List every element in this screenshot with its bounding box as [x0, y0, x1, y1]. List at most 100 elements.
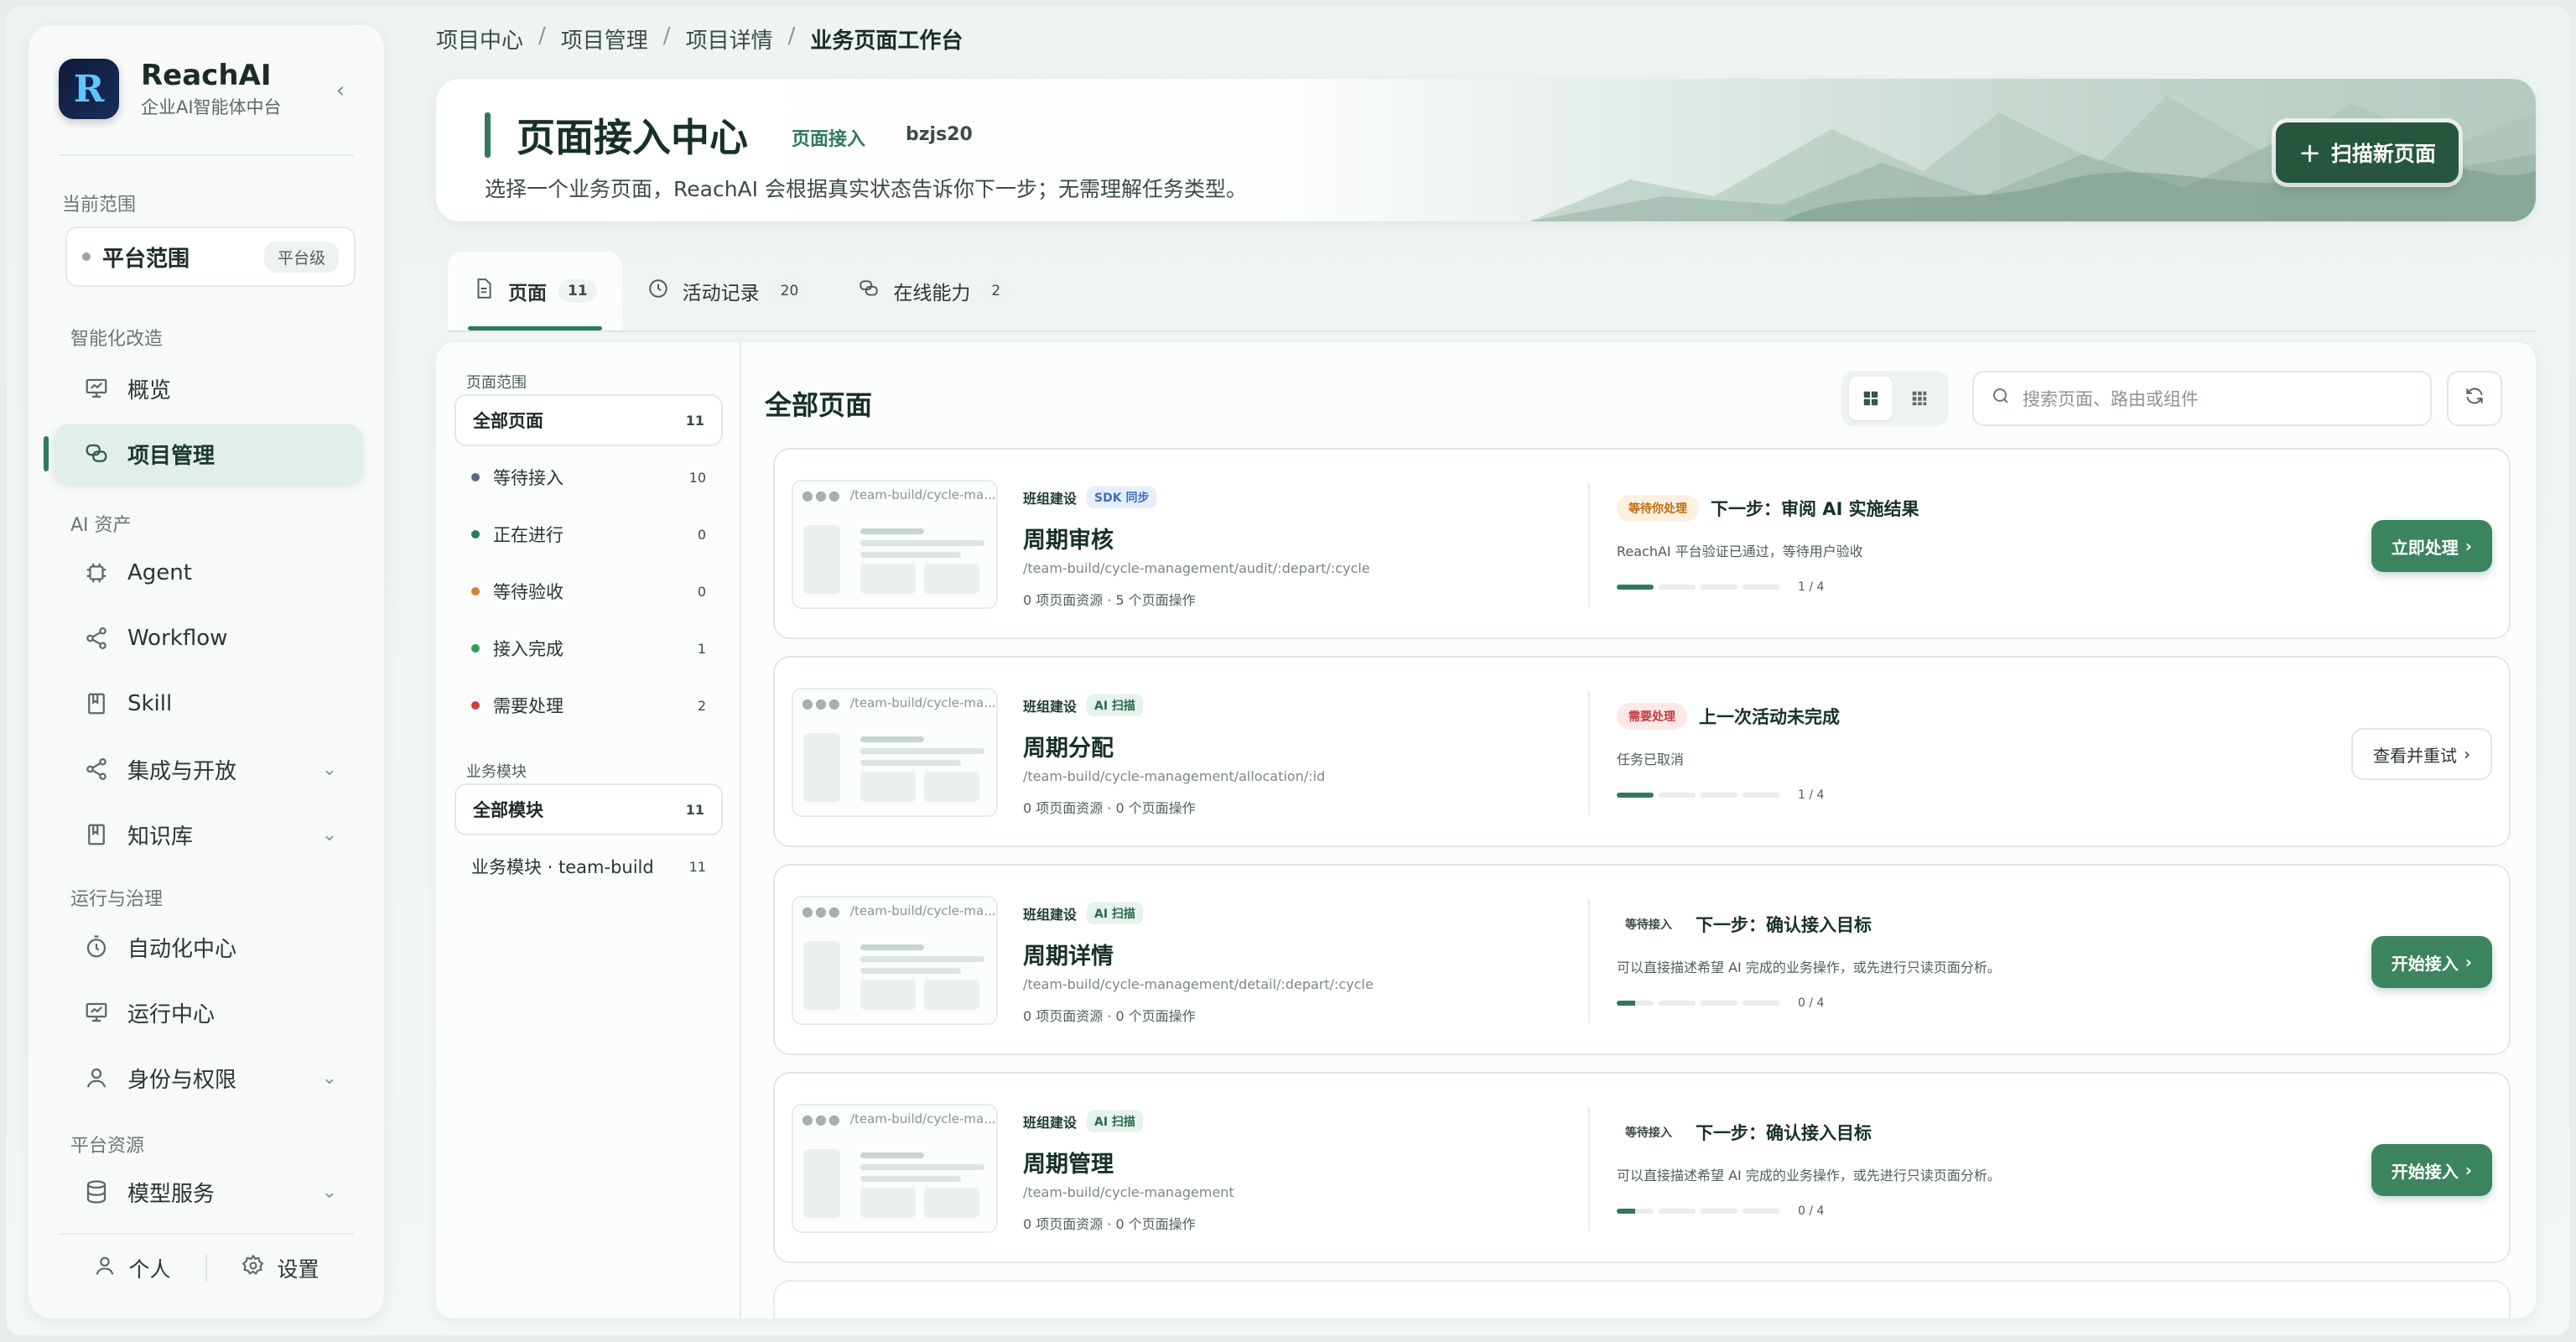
- brand-name: ReachAI: [141, 59, 272, 92]
- filter-label: 全部模块: [473, 800, 543, 820]
- page-route: /team-build/cycle-management/allocation/…: [1023, 768, 1326, 784]
- scan-button-label: 扫描新页面: [2330, 142, 2436, 166]
- sidebar-item-operations[interactable]: 运行中心: [54, 983, 362, 1042]
- sidebar-item-label: 集成与开放: [127, 758, 237, 784]
- sidebar-item-model-service[interactable]: 模型服务 ⌄: [54, 1163, 362, 1221]
- sidebar-item-label: 模型服务: [127, 1181, 216, 1207]
- sidebar-item-identity[interactable]: 身份与权限 ⌄: [54, 1048, 362, 1107]
- card-action-button[interactable]: 查看并重试 ›: [2351, 728, 2492, 780]
- status-hint: 任务已取消: [1617, 752, 1685, 767]
- chevron-down-icon: ⌄: [321, 1181, 337, 1203]
- sidebar-item-label: 概览: [127, 377, 172, 403]
- chevron-right-icon: ›: [2464, 952, 2472, 972]
- chevron-right-icon: ›: [2464, 536, 2472, 556]
- status-badge: 等待接入: [1625, 918, 1672, 932]
- thumb-line: [860, 736, 924, 742]
- filter-label: 正在进行: [493, 525, 564, 545]
- page-card[interactable]: ●●● /team-build/cycle-ma... 班组建设 SDK 同步 周…: [773, 448, 2511, 639]
- share-nodes-icon: [82, 624, 111, 653]
- card-action-button[interactable]: 立即处理 ›: [2371, 520, 2492, 572]
- refresh-button[interactable]: [2447, 371, 2502, 426]
- personal-button[interactable]: 个人: [59, 1253, 205, 1283]
- status-hint: ReachAI 平台验证已通过，等待用户验收: [1617, 544, 1863, 559]
- window-dots-icon: ●●●: [802, 902, 842, 919]
- list-title: 全部页面: [765, 389, 873, 421]
- reachai-logo: R: [59, 59, 119, 119]
- scope-label: 当前范围: [62, 195, 137, 216]
- thumbnail-url: /team-build/cycle-ma...: [849, 487, 996, 502]
- filter-awaiting-acceptance[interactable]: 等待验收 0: [454, 565, 723, 617]
- scan-new-page-button[interactable]: + 扫描新页面: [2276, 122, 2459, 183]
- page-card[interactable]: ●●● /team-build/cycle-ma... 班组建设 AI 扫描 周期…: [773, 1072, 2511, 1263]
- section-label: 运行与治理: [70, 889, 164, 910]
- book-icon: [82, 689, 111, 718]
- tab-activity[interactable]: 活动记录 20: [622, 252, 834, 330]
- filter-in-progress[interactable]: 正在进行 0: [454, 508, 723, 560]
- breadcrumb-item[interactable]: 项目详情: [686, 23, 773, 55]
- sidebar-item-integration[interactable]: 集成与开放 ⌄: [54, 740, 362, 798]
- source-tag: AI 扫描: [1087, 694, 1143, 716]
- filter-module-team-build[interactable]: 业务模块 · team-build 11: [454, 840, 723, 892]
- filter-completed[interactable]: 接入完成 1: [454, 622, 723, 674]
- card-action-button[interactable]: 开始接入 ›: [2371, 1144, 2492, 1196]
- sidebar-item-agent[interactable]: Agent: [54, 544, 362, 602]
- progress-segment: [1701, 793, 1737, 798]
- breadcrumb-item[interactable]: 项目中心: [436, 23, 523, 55]
- breadcrumb-item[interactable]: 项目管理: [561, 23, 648, 55]
- sidebar-item-knowledge[interactable]: 知识库 ⌄: [54, 805, 362, 864]
- next-step: 上一次活动未完成: [1699, 707, 1840, 727]
- thumb-line: [860, 944, 924, 950]
- scope-dot: [82, 252, 91, 261]
- next-step: 下一步：审阅 AI 实施结果: [1711, 499, 1919, 519]
- search-input[interactable]: 搜索页面、路由或组件: [1972, 371, 2432, 426]
- page-thumbnail: ●●● /team-build/cycle-ma...: [792, 480, 998, 609]
- thumb-line: [860, 956, 984, 962]
- filter-count: 11: [685, 801, 704, 818]
- filter-all-pages[interactable]: 全部页面 11: [454, 394, 723, 446]
- tab-online-capability[interactable]: 在线能力 2: [833, 252, 1035, 330]
- progress-segment: [1742, 1209, 1779, 1214]
- progress-label: 1 / 4: [1798, 788, 1825, 802]
- filter-waiting[interactable]: 等待接入 10: [454, 451, 723, 503]
- filter-label: 需要处理: [493, 696, 564, 716]
- card-divider: [1588, 483, 1590, 607]
- sidebar-item-workflow[interactable]: Workflow: [54, 609, 362, 668]
- settings-button[interactable]: 设置: [207, 1253, 354, 1283]
- filter-module-label: 业务模块: [466, 763, 527, 781]
- chevron-right-icon: ›: [2464, 744, 2470, 764]
- grid-large-icon[interactable]: [1849, 377, 1893, 420]
- collapse-sidebar-icon[interactable]: ‹: [330, 80, 351, 101]
- status-hint: 可以直接描述希望 AI 完成的业务操作，或先进行只读页面分析。: [1617, 1168, 2001, 1183]
- tab-count: 2: [982, 279, 1010, 303]
- sidebar-item-skill[interactable]: Skill: [54, 674, 362, 733]
- page-card[interactable]: ●●● /team-build/cycle-ma... 班组建设 AI 扫描 周期…: [773, 864, 2511, 1055]
- filter-all-modules[interactable]: 全部模块 11: [454, 783, 723, 835]
- progress-segment: [1617, 1209, 1654, 1214]
- thumb-block: [803, 733, 840, 802]
- grid-small-icon[interactable]: [1898, 377, 1941, 420]
- clock-icon: [647, 278, 669, 305]
- filter-label: 等待验收: [493, 582, 564, 602]
- page-thumbnail: ●●● /team-build/cycle-ma...: [792, 896, 998, 1025]
- list-item-partial: [773, 1280, 2511, 1319]
- filter-needs-action[interactable]: 需要处理 2: [454, 679, 723, 731]
- scope-selector[interactable]: 平台范围 平台级: [65, 226, 356, 287]
- thumb-line: [860, 968, 961, 974]
- thumb-block: [860, 564, 916, 594]
- action-label: 查看并重试: [2373, 745, 2457, 766]
- divider: [59, 154, 354, 156]
- card-action-button[interactable]: 开始接入 ›: [2371, 936, 2492, 988]
- status-badge: 等待你处理: [1617, 495, 1699, 522]
- thumb-block: [924, 772, 979, 802]
- sidebar-item-project-management[interactable]: 项目管理: [44, 424, 362, 483]
- tab-pages[interactable]: 页面 11: [448, 252, 622, 330]
- sidebar-item-overview[interactable]: 概览: [54, 359, 362, 418]
- breadcrumb-separator: /: [538, 23, 546, 49]
- search-placeholder: 搜索页面、路由或组件: [2023, 389, 2199, 409]
- sidebar-item-automation[interactable]: 自动化中心: [54, 918, 362, 976]
- page-card[interactable]: ●●● /team-build/cycle-ma... 班组建设 AI 扫描 周期…: [773, 656, 2511, 847]
- divider: [59, 1233, 354, 1235]
- refresh-icon: [2464, 385, 2485, 413]
- brand[interactable]: R ReachAI 企业AI智能体中台: [59, 59, 282, 119]
- progress-segment: [1659, 793, 1696, 798]
